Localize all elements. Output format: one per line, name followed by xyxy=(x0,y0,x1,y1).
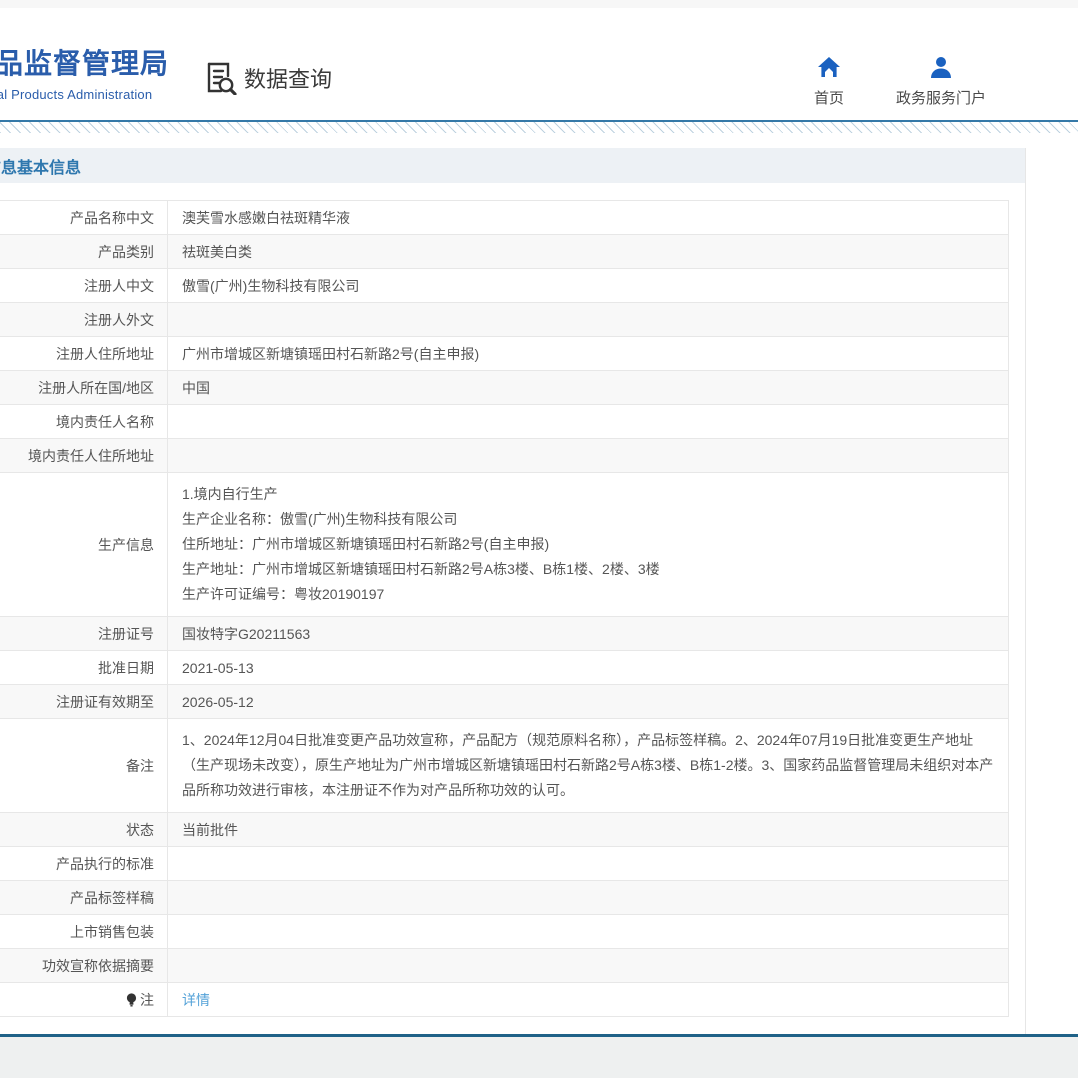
row-value-remark: 1、2024年12月04日批准变更产品功效宣称，产品配方（规范原料名称），产品标… xyxy=(168,719,1009,813)
table-row-remark: 备注 1、2024年12月04日批准变更产品功效宣称，产品配方（规范原料名称），… xyxy=(0,719,1009,813)
page-title: 数据查询 xyxy=(244,62,332,94)
production-line: 生产企业名称：傲雪(广州)生物科技有限公司 xyxy=(182,507,994,532)
row-value: 国妆特字G20211563 xyxy=(168,617,1009,651)
table-row: 批准日期 2021-05-13 xyxy=(0,651,1009,685)
row-value-production: 1.境内自行生产 生产企业名称：傲雪(广州)生物科技有限公司 住所地址：广州市增… xyxy=(168,473,1009,617)
row-label: 产品名称中文 xyxy=(0,201,168,235)
row-label: 境内责任人住所地址 xyxy=(0,439,168,473)
user-icon xyxy=(929,56,953,78)
table-row-note: 注 详情 xyxy=(0,983,1009,1017)
table-row: 注册证号 国妆特字G20211563 xyxy=(0,617,1009,651)
row-value-note: 详情 xyxy=(168,983,1009,1017)
site-logo[interactable]: 国家药品监督管理局 National Medical Products Admi… xyxy=(0,42,169,102)
data-query-header[interactable]: 数据查询 xyxy=(205,61,332,95)
section-header-bar: 信息基本信息 xyxy=(0,148,1025,183)
row-value: 2026-05-12 xyxy=(168,685,1009,719)
table-row: 注册证有效期至 2026-05-12 xyxy=(0,685,1009,719)
row-value xyxy=(168,949,1009,983)
row-label: 备注 xyxy=(0,719,168,813)
row-label: 境内责任人名称 xyxy=(0,405,168,439)
logo-title-en: National Medical Products Administration xyxy=(0,87,169,102)
row-value: 中国 xyxy=(168,371,1009,405)
bulb-icon xyxy=(126,993,137,1007)
detail-link[interactable]: 详情 xyxy=(182,992,210,1008)
header-nav: 首页 政务服务门户 xyxy=(814,56,986,108)
table-row-production-info: 生产信息 1.境内自行生产 生产企业名称：傲雪(广州)生物科技有限公司 住所地址… xyxy=(0,473,1009,617)
row-label: 注册证有效期至 xyxy=(0,685,168,719)
row-label: 注册人外文 xyxy=(0,303,168,337)
production-line: 生产地址：广州市增城区新塘镇瑶田村石新路2号A栋3楼、B栋1楼、2楼、3楼 xyxy=(182,557,994,582)
section-title: 信息基本信息 xyxy=(0,154,81,178)
row-label: 注册人中文 xyxy=(0,269,168,303)
row-value xyxy=(168,915,1009,949)
row-label: 生产信息 xyxy=(0,473,168,617)
row-label: 注 xyxy=(0,983,168,1017)
row-value xyxy=(168,303,1009,337)
row-label: 产品标签样稿 xyxy=(0,881,168,915)
top-strip xyxy=(0,0,1078,8)
row-value xyxy=(168,881,1009,915)
row-value xyxy=(168,847,1009,881)
table-row: 境内责任人名称 xyxy=(0,405,1009,439)
table-row: 产品类别 祛斑美白类 xyxy=(0,235,1009,269)
row-label: 上市销售包装 xyxy=(0,915,168,949)
nav-item-gov-portal[interactable]: 政务服务门户 xyxy=(896,56,986,108)
row-value: 2021-05-13 xyxy=(168,651,1009,685)
row-label: 产品执行的标准 xyxy=(0,847,168,881)
row-label: 产品类别 xyxy=(0,235,168,269)
page: 国家药品监督管理局 National Medical Products Admi… xyxy=(0,0,1078,1078)
row-value: 澳芙雪水感嫩白祛斑精华液 xyxy=(168,201,1009,235)
table-row: 注册人住所地址 广州市增城区新塘镇瑶田村石新路2号(自主申报) xyxy=(0,337,1009,371)
info-card: 信息基本信息 产品名称中文 澳芙雪水感嫩白祛斑精华液 产品类别 祛斑美白类 注册… xyxy=(0,148,1026,1048)
production-line: 生产许可证编号：粤妆20190197 xyxy=(182,582,994,607)
table-row: 注册人所在国/地区 中国 xyxy=(0,371,1009,405)
header: 国家药品监督管理局 National Medical Products Admi… xyxy=(0,8,1078,120)
nav-item-home[interactable]: 首页 xyxy=(814,56,844,108)
table-row: 境内责任人住所地址 xyxy=(0,439,1009,473)
gap xyxy=(0,133,1078,148)
row-label: 状态 xyxy=(0,813,168,847)
document-search-icon xyxy=(205,61,237,95)
footer xyxy=(0,1037,1078,1078)
logo-title-cn: 国家药品监督管理局 xyxy=(0,42,169,82)
nav-gov-portal-label: 政务服务门户 xyxy=(896,87,986,108)
row-value: 傲雪(广州)生物科技有限公司 xyxy=(168,269,1009,303)
row-label: 注册人住所地址 xyxy=(0,337,168,371)
table-row: 产品名称中文 澳芙雪水感嫩白祛斑精华液 xyxy=(0,201,1009,235)
row-value xyxy=(168,439,1009,473)
row-value: 广州市增城区新塘镇瑶田村石新路2号(自主申报) xyxy=(168,337,1009,371)
table-row: 功效宣称依据摘要 xyxy=(0,949,1009,983)
table-row: 注册人中文 傲雪(广州)生物科技有限公司 xyxy=(0,269,1009,303)
note-label-text: 注 xyxy=(140,990,154,1010)
row-value: 祛斑美白类 xyxy=(168,235,1009,269)
production-line: 住所地址：广州市增城区新塘镇瑶田村石新路2号(自主申报) xyxy=(182,532,994,557)
row-label: 注册人所在国/地区 xyxy=(0,371,168,405)
row-label: 批准日期 xyxy=(0,651,168,685)
row-value xyxy=(168,405,1009,439)
row-label: 注册证号 xyxy=(0,617,168,651)
nav-home-label: 首页 xyxy=(814,87,844,108)
row-value: 当前批件 xyxy=(168,813,1009,847)
table-row: 注册人外文 xyxy=(0,303,1009,337)
row-label: 功效宣称依据摘要 xyxy=(0,949,168,983)
table-row: 产品执行的标准 xyxy=(0,847,1009,881)
hatch-band xyxy=(0,122,1078,133)
home-icon xyxy=(817,56,841,78)
table-row: 状态 当前批件 xyxy=(0,813,1009,847)
info-table: 产品名称中文 澳芙雪水感嫩白祛斑精华液 产品类别 祛斑美白类 注册人中文 傲雪(… xyxy=(0,200,1009,1017)
production-line: 1.境内自行生产 xyxy=(182,482,994,507)
table-row: 产品标签样稿 xyxy=(0,881,1009,915)
table-row: 上市销售包装 xyxy=(0,915,1009,949)
